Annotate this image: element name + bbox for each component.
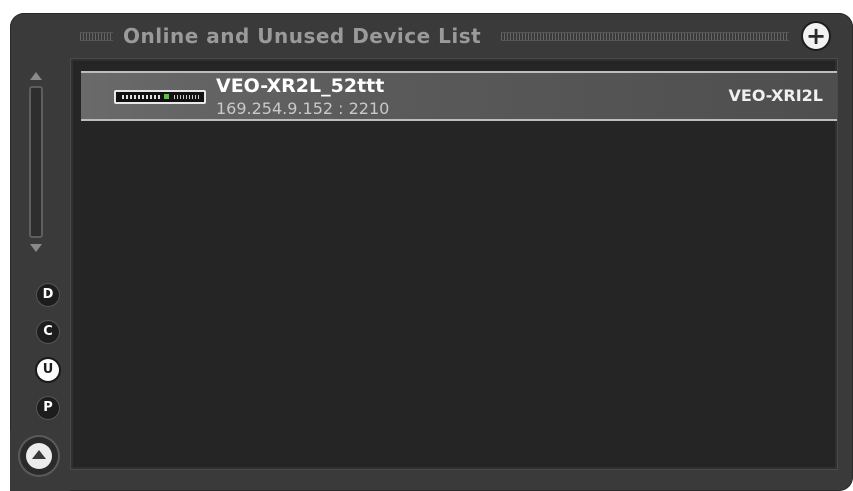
device-address: 169.254.9.152 : 2210 <box>216 99 390 118</box>
scroll-track[interactable] <box>29 86 43 238</box>
filter-c-button[interactable]: C <box>37 321 59 343</box>
triangle-up-icon <box>32 450 46 459</box>
collapse-panel-button[interactable] <box>20 437 58 475</box>
filter-d-button[interactable]: D <box>37 284 59 306</box>
panel-title: Online and Unused Device List <box>123 24 482 48</box>
scroll-up-icon[interactable] <box>30 72 42 80</box>
plus-icon: + <box>805 22 827 50</box>
panel-header: Online and Unused Device List + <box>80 14 835 58</box>
device-name: VEO-XR2L_52ttt <box>216 75 385 97</box>
device-model: VEO-XRI2L <box>728 86 823 105</box>
device-list: VEO-XR2L_52ttt 169.254.9.152 : 2210 VEO-… <box>70 58 838 470</box>
device-front-panel-icon <box>114 90 206 104</box>
filter-p-button[interactable]: P <box>37 397 59 419</box>
add-device-button[interactable]: + <box>803 23 829 49</box>
scroll-down-icon[interactable] <box>30 244 42 252</box>
filter-u-button[interactable]: U <box>37 359 59 381</box>
list-item[interactable]: VEO-XR2L_52ttt 169.254.9.152 : 2210 VEO-… <box>81 71 837 121</box>
vertical-scrollbar[interactable] <box>24 72 48 252</box>
header-grip-right[interactable] <box>501 31 789 41</box>
header-grip-left[interactable] <box>80 31 113 41</box>
